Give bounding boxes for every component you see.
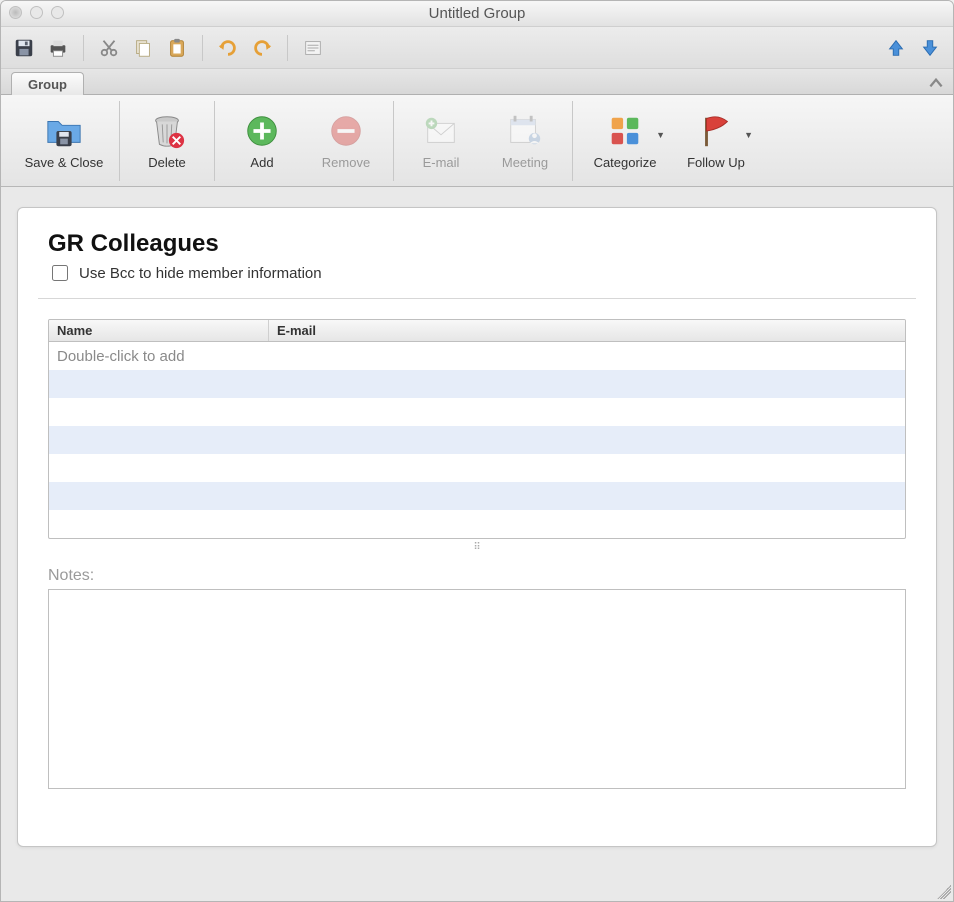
- divider: [38, 298, 916, 299]
- meeting-label: Meeting: [502, 155, 548, 170]
- minus-circle-icon: [327, 112, 365, 150]
- copy-button[interactable]: [128, 33, 158, 63]
- delete-button[interactable]: Delete: [130, 102, 204, 180]
- notes-label: Notes:: [48, 567, 906, 585]
- minimize-window-button[interactable]: [30, 6, 43, 19]
- add-label: Add: [250, 155, 273, 170]
- folder-save-icon: [45, 112, 83, 150]
- save-and-close-label: Save & Close: [25, 155, 104, 170]
- arrow-down-icon: [919, 37, 941, 59]
- flag-icon: [697, 112, 735, 150]
- column-header-name[interactable]: Name: [49, 320, 269, 341]
- quick-access-toolbar: [1, 27, 953, 69]
- trash-icon: [148, 112, 186, 150]
- follow-up-label: Follow Up: [687, 155, 745, 170]
- save-button[interactable]: [9, 33, 39, 63]
- undo-icon: [217, 37, 239, 59]
- group-name-heading[interactable]: GR Colleagues: [48, 230, 906, 258]
- ribbon: Save & Close Delete: [1, 95, 953, 187]
- floppy-disk-icon: [13, 37, 35, 59]
- meeting-button[interactable]: Meeting: [488, 102, 562, 180]
- table-row[interactable]: [49, 454, 905, 482]
- ribbon-tabs: Group: [1, 69, 953, 95]
- next-item-button[interactable]: [915, 33, 945, 63]
- options-button[interactable]: [298, 33, 328, 63]
- categories-icon: [606, 112, 644, 150]
- table-header: Name E-mail: [49, 320, 905, 342]
- scissors-icon: [98, 37, 120, 59]
- content-area: GR Colleagues Use Bcc to hide member inf…: [1, 187, 953, 901]
- follow-up-button[interactable]: Follow Up ▼: [677, 102, 755, 180]
- table-row[interactable]: [49, 482, 905, 510]
- column-header-email[interactable]: E-mail: [269, 320, 905, 341]
- remove-label: Remove: [322, 155, 370, 170]
- delete-label: Delete: [148, 155, 186, 170]
- notes-textarea[interactable]: [48, 589, 906, 789]
- plus-circle-icon: [243, 112, 281, 150]
- table-row[interactable]: [49, 426, 905, 454]
- email-button[interactable]: E-mail: [404, 102, 478, 180]
- save-and-close-button[interactable]: Save & Close: [19, 102, 109, 180]
- redo-button[interactable]: [247, 33, 277, 63]
- ribbon-group-members: Add Remove: [215, 101, 394, 181]
- calendar-meeting-icon: [506, 112, 544, 150]
- ribbon-group-tags: Categorize ▼ Follow Up ▼: [573, 101, 765, 181]
- envelope-icon: [422, 112, 460, 150]
- table-row[interactable]: [49, 370, 905, 398]
- email-label: E-mail: [423, 155, 460, 170]
- paste-button[interactable]: [162, 33, 192, 63]
- dropdown-caret-icon: ▼: [744, 130, 753, 140]
- categorize-button[interactable]: Categorize ▼: [583, 102, 667, 180]
- previous-item-button[interactable]: [881, 33, 911, 63]
- table-row-placeholder[interactable]: Double-click to add: [49, 342, 905, 370]
- printer-icon: [47, 37, 69, 59]
- tab-group[interactable]: Group: [11, 72, 84, 95]
- zoom-window-button[interactable]: [51, 6, 64, 19]
- window-controls: [9, 6, 64, 19]
- table-row[interactable]: [49, 510, 905, 538]
- ribbon-group-delete: Delete: [120, 101, 215, 181]
- bcc-label-text: Use Bcc to hide member information: [79, 265, 322, 282]
- title-bar: Untitled Group: [1, 1, 953, 27]
- dropdown-caret-icon: ▼: [656, 130, 665, 140]
- collapse-ribbon-button[interactable]: [927, 74, 945, 92]
- close-window-button[interactable]: [9, 6, 22, 19]
- members-table: Name E-mail Double-click to add: [48, 319, 906, 539]
- window-title: Untitled Group: [429, 5, 526, 22]
- bcc-checkbox[interactable]: [52, 265, 68, 281]
- add-member-button[interactable]: Add: [225, 102, 299, 180]
- copy-icon: [132, 37, 154, 59]
- table-row[interactable]: [49, 398, 905, 426]
- group-card: GR Colleagues Use Bcc to hide member inf…: [17, 207, 937, 847]
- chevron-up-icon: [927, 74, 945, 92]
- redo-icon: [251, 37, 273, 59]
- window-resize-grip[interactable]: [937, 885, 951, 899]
- placeholder-text: Double-click to add: [49, 346, 269, 367]
- properties-icon: [302, 37, 324, 59]
- undo-button[interactable]: [213, 33, 243, 63]
- table-body[interactable]: Double-click to add: [49, 342, 905, 538]
- resize-grip-horizontal[interactable]: ⠿: [48, 539, 906, 559]
- arrow-up-icon: [885, 37, 907, 59]
- remove-member-button[interactable]: Remove: [309, 102, 383, 180]
- ribbon-group-communicate: E-mail Meeting: [394, 101, 573, 181]
- clipboard-icon: [166, 37, 188, 59]
- bcc-option-row[interactable]: Use Bcc to hide member information: [48, 262, 906, 284]
- ribbon-group-file: Save & Close: [9, 101, 120, 181]
- print-button[interactable]: [43, 33, 73, 63]
- cut-button[interactable]: [94, 33, 124, 63]
- categorize-label: Categorize: [594, 155, 657, 170]
